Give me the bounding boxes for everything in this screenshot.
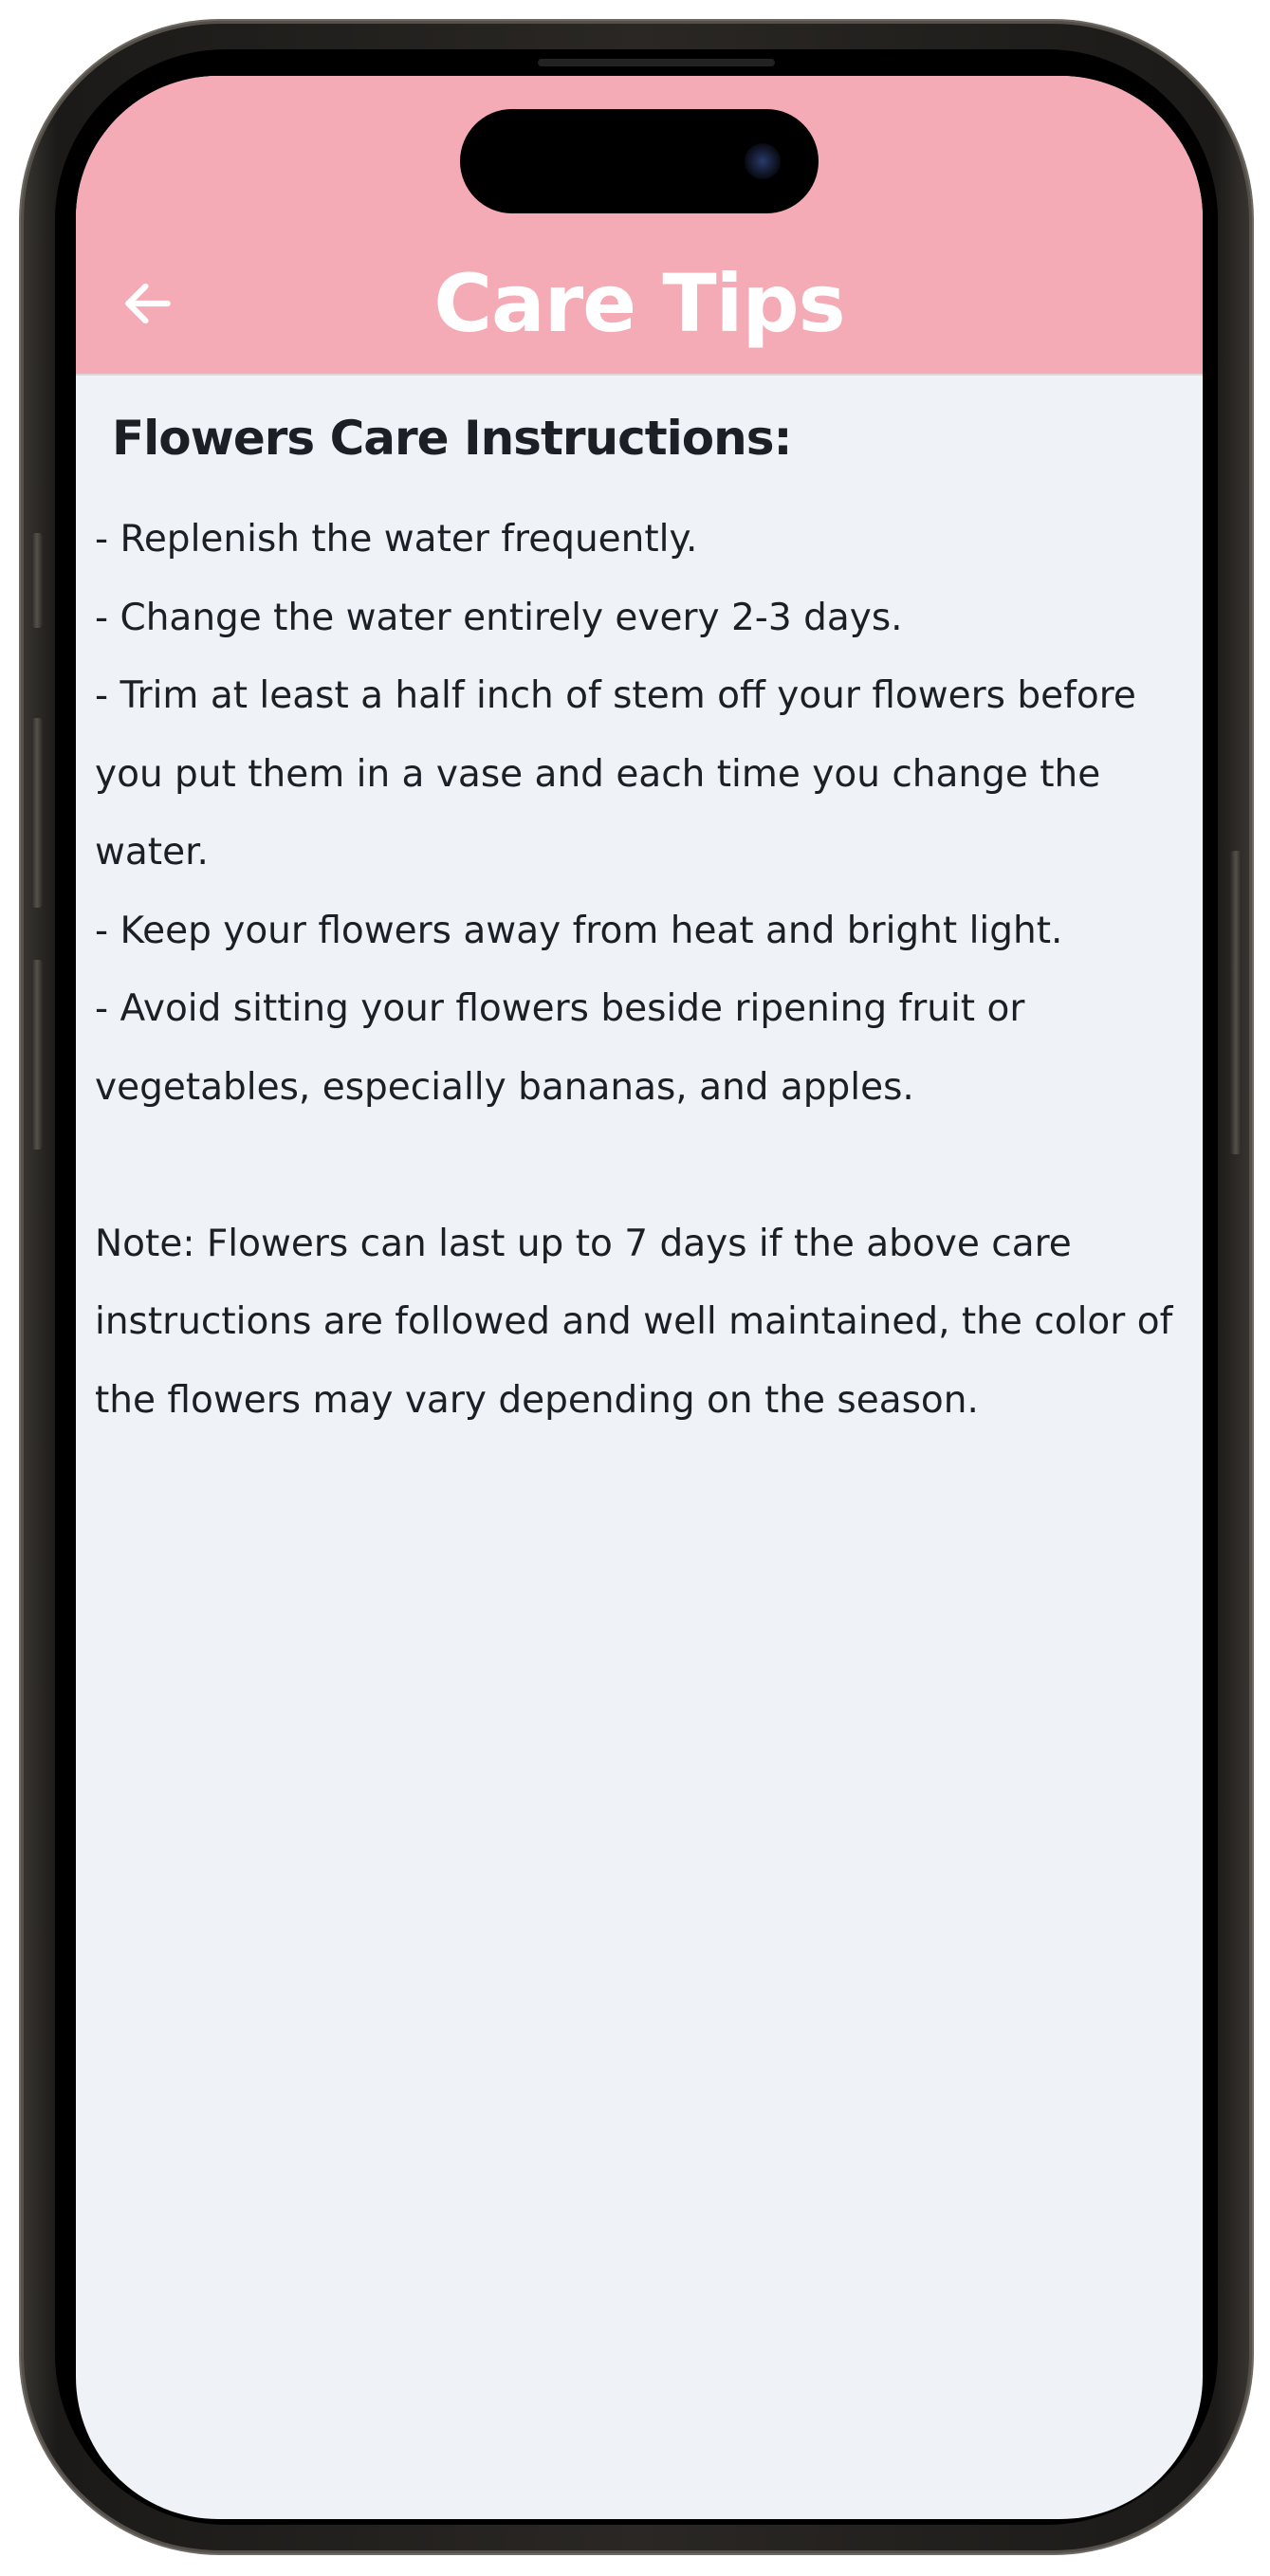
care-note: Note: Flowers can last up to 7 days if t… [95,1222,1173,1422]
instruction-item: - Change the water entirely every 2-3 da… [95,596,903,639]
app-screen: Care Tips Flowers Care Instructions: - R… [76,76,1203,2519]
dynamic-island [460,109,819,213]
camera-icon [745,143,781,179]
instruction-item: - Keep your flowers away from heat and b… [95,909,1063,952]
instructions-text: - Replenish the water frequently. - Chan… [95,501,1186,1440]
volume-down-button [31,960,43,1150]
section-title: Flowers Care Instructions: [112,411,792,466]
instruction-item: - Replenish the water frequently. [95,518,698,561]
power-button [1230,851,1242,1154]
page-title: Care Tips [433,257,845,350]
volume-up-button [31,718,43,908]
app-header: Care Tips [76,76,1203,376]
instruction-item: - Trim at least a half inch of stem off … [95,674,1136,874]
speaker-slot [538,59,775,66]
action-button [31,533,43,628]
instruction-item: - Avoid sitting your flowers beside ripe… [95,987,1025,1109]
